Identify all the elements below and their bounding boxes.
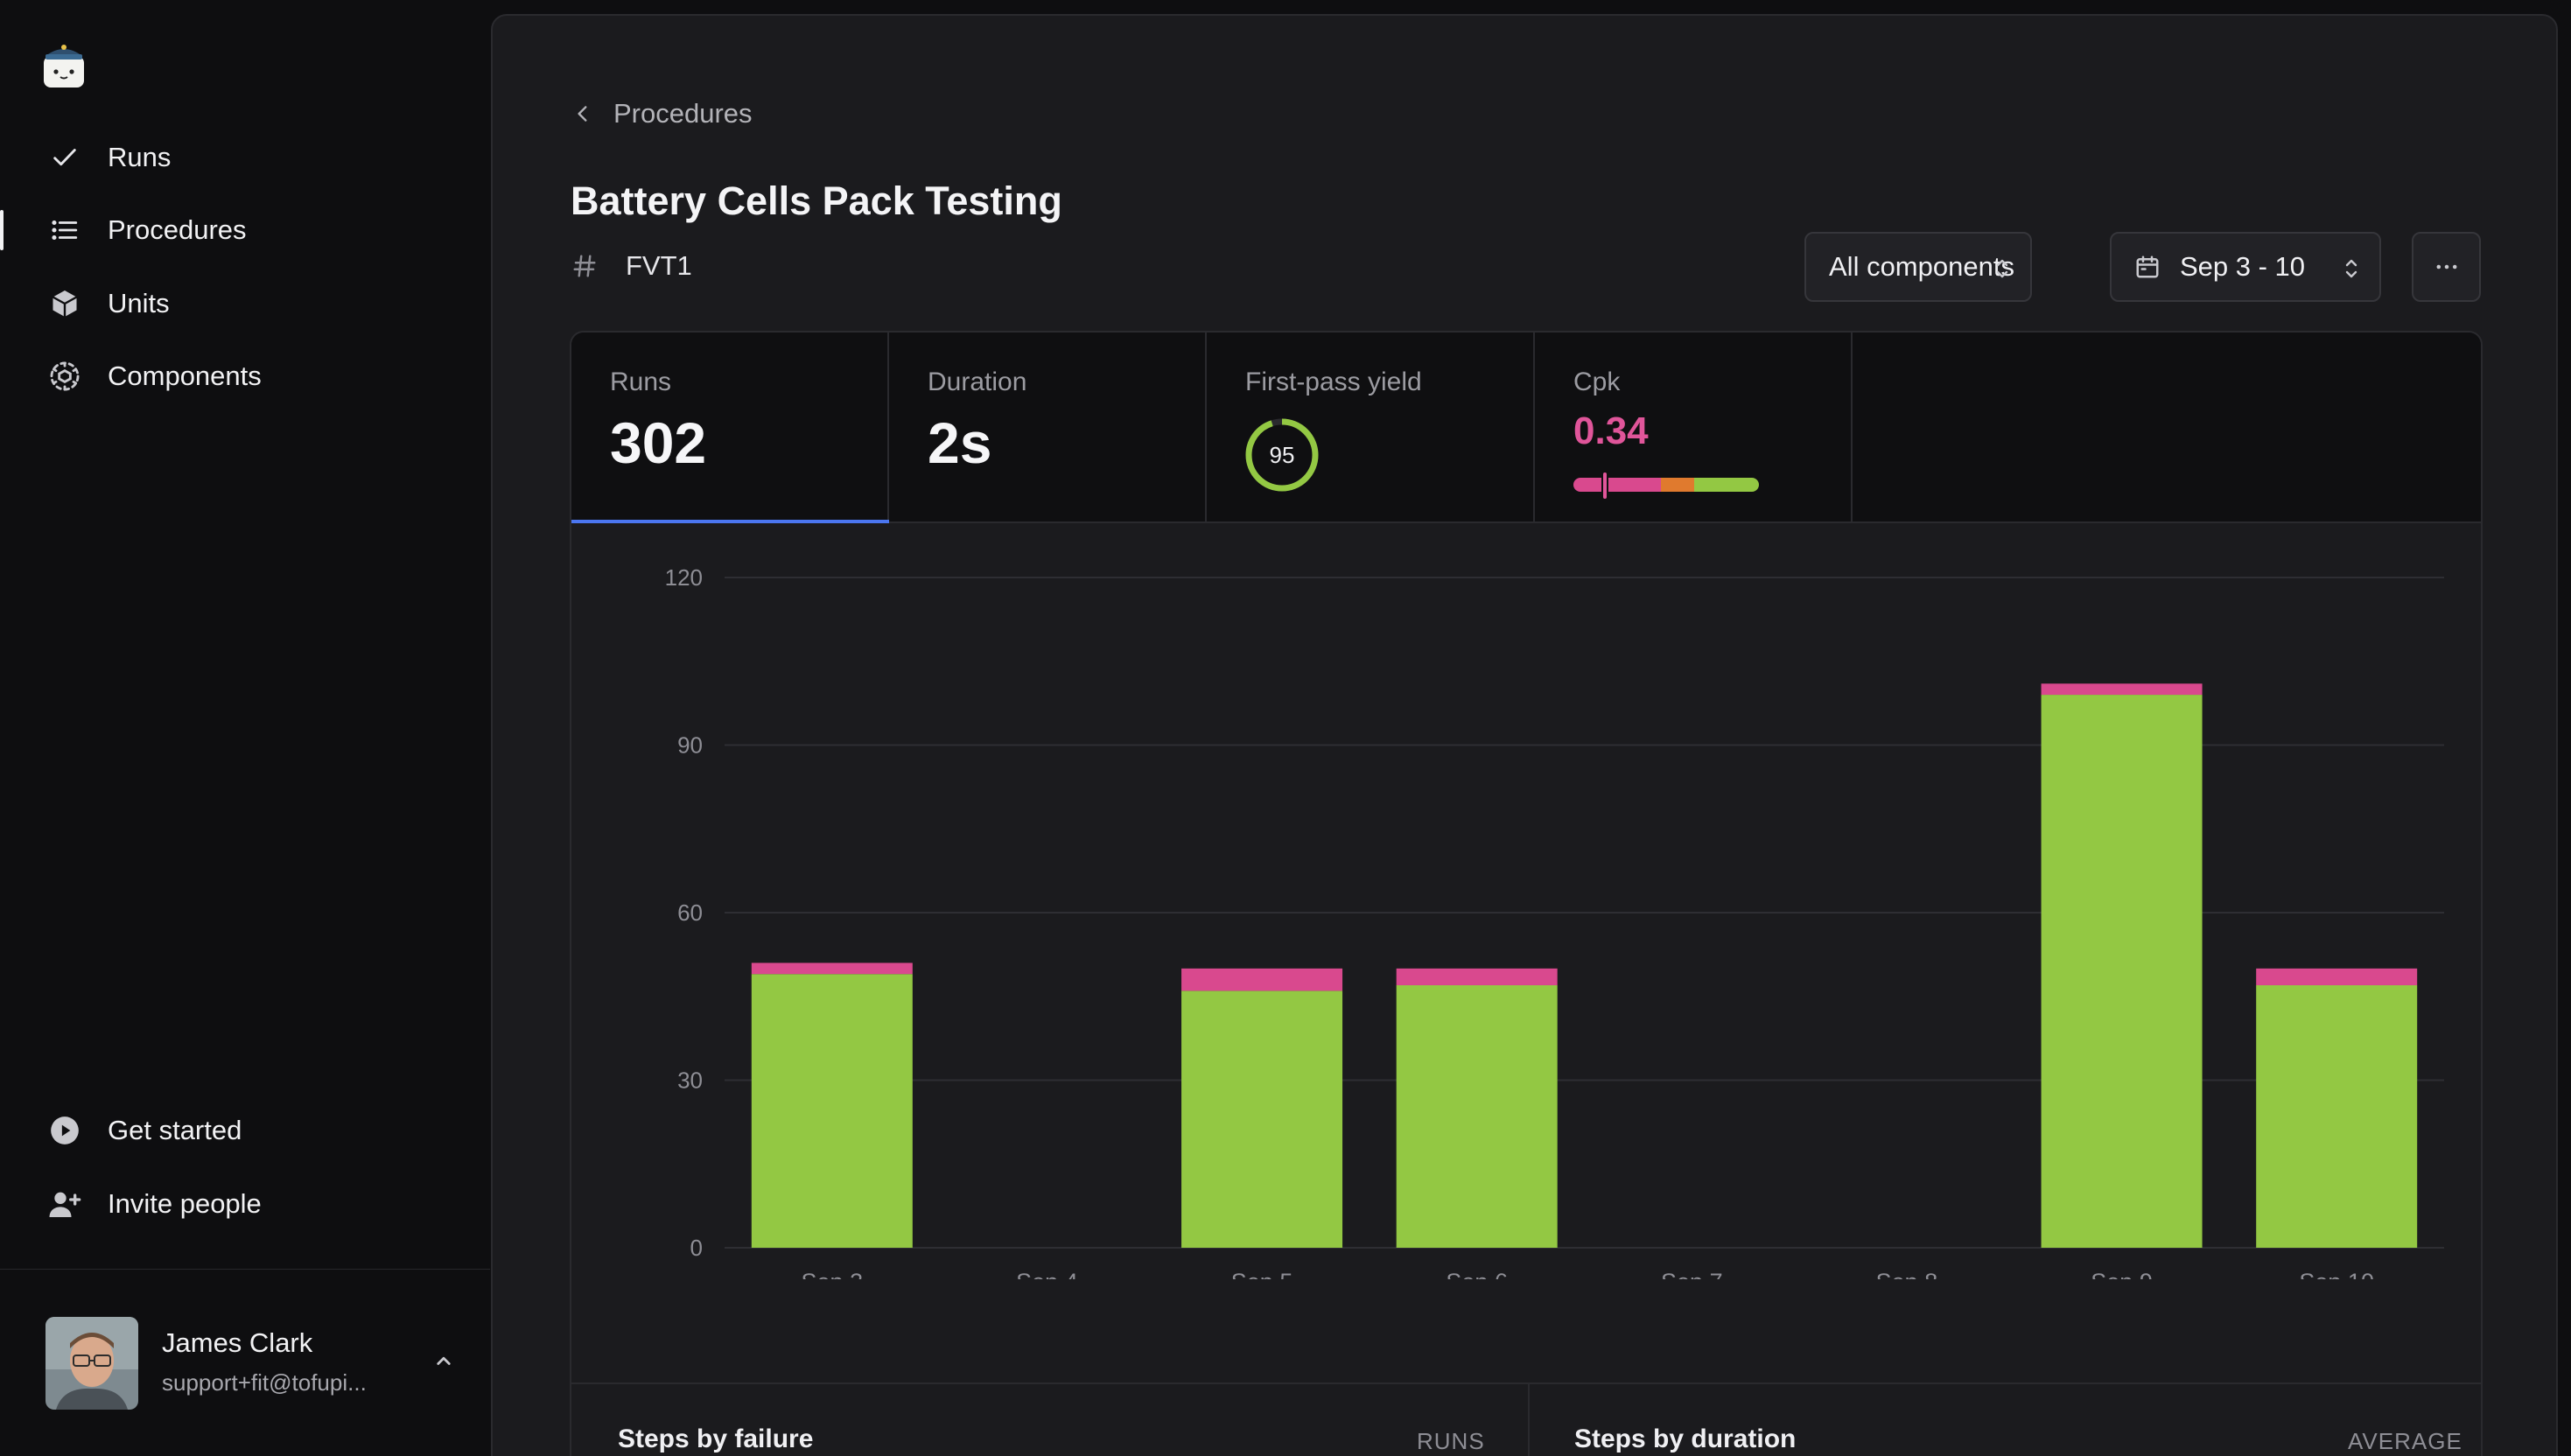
y-tick-label: 120	[665, 564, 703, 591]
user-plus-icon	[47, 1186, 82, 1222]
components-filter-select[interactable]: All components	[1804, 232, 2032, 302]
chevron-up-icon[interactable]	[431, 1348, 457, 1375]
stat-label: Cpk	[1573, 368, 1621, 396]
x-tick-label: Sep 4	[1016, 1269, 1078, 1279]
chevron-updown-icon	[2345, 259, 2357, 278]
stat-value: 302	[610, 410, 707, 475]
breadcrumb-label: Procedures	[613, 98, 753, 129]
sidebar-item-procedures[interactable]: Procedures	[0, 200, 490, 261]
sidebar-divider	[0, 1269, 490, 1270]
bar-segment	[751, 974, 913, 1248]
page-title: Battery Cells Pack Testing	[571, 178, 1062, 223]
steps-by-duration-title: Steps by duration	[1574, 1424, 1797, 1453]
calendar-icon	[2136, 256, 2159, 278]
tab-duration[interactable]: Duration 2s	[889, 332, 1207, 522]
procedure-code-label: FVT1	[626, 250, 692, 281]
yield-ring: 95	[1245, 418, 1319, 492]
sidebar-item-label: Procedures	[108, 214, 247, 245]
components-icon	[47, 359, 82, 394]
bar-segment	[2041, 695, 2203, 1248]
bar-segment	[2256, 984, 2418, 1248]
chevron-updown-icon	[1996, 259, 2008, 278]
section-divider	[571, 1382, 2481, 1384]
date-range-select[interactable]: Sep 3 - 10	[2110, 232, 2381, 302]
average-column-header: AVERAGE	[2348, 1428, 2462, 1454]
x-tick-label: Sep 8	[1876, 1269, 1938, 1279]
hash-icon	[573, 255, 596, 277]
sidebar-item-invite-people[interactable]: Invite people	[0, 1173, 490, 1235]
cube-icon	[47, 286, 82, 321]
runs-column-header: RUNS	[1417, 1428, 1485, 1454]
tab-first-pass-yield[interactable]: First-pass yield 95	[1207, 332, 1535, 522]
sidebar-item-components[interactable]: Components	[0, 346, 490, 407]
y-tick-label: 30	[677, 1068, 703, 1094]
bar-segment	[751, 962, 913, 975]
bar-segment	[1181, 990, 1343, 1248]
bar-segment	[2256, 968, 2418, 985]
yield-value: 95	[1270, 442, 1295, 468]
sidebar-item-label: Invite people	[108, 1188, 262, 1219]
tab-cpk[interactable]: Cpk 0.34	[1535, 332, 1853, 522]
x-tick-label: Sep 7	[1661, 1269, 1723, 1279]
x-tick-label: Sep 6	[1446, 1269, 1508, 1279]
check-icon	[47, 140, 82, 175]
section-divider-vertical	[1528, 1382, 1530, 1456]
procedure-code: FVT1	[571, 250, 692, 282]
play-circle-icon	[47, 1113, 82, 1148]
cpk-value: 0.34	[1573, 410, 1649, 452]
y-tick-label: 60	[677, 900, 703, 926]
chevron-left-icon	[578, 106, 587, 122]
stat-label: First-pass yield	[1245, 368, 1422, 396]
sidebar-item-label: Units	[108, 288, 170, 318]
y-tick-label: 90	[677, 732, 703, 759]
user-name: James Clark	[162, 1327, 313, 1358]
sidebar-item-label: Components	[108, 360, 262, 391]
tofupilot-logo-icon[interactable]	[40, 38, 88, 91]
runs-bar-chart: 0 30 60 90 120 Sep 3 Sep 4 Sep 5 Sep 6 Sep 7 Sep 8…	[665, 564, 2444, 1279]
user-menu[interactable]: James Clark support+fit@tofupi...	[46, 1317, 457, 1410]
bar-segment	[2041, 683, 2203, 696]
more-options-button[interactable]	[2412, 232, 2481, 302]
y-tick-label: 0	[690, 1235, 703, 1261]
sidebar-item-get-started[interactable]: Get started	[0, 1100, 490, 1161]
sidebar: Runs Procedures Units Components Get sta…	[0, 0, 490, 1456]
stat-label: Duration	[928, 368, 1027, 396]
x-tick-label: Sep 9	[2091, 1269, 2153, 1279]
user-email: support+fit@tofupi...	[162, 1369, 367, 1396]
avatar	[46, 1317, 138, 1410]
x-tick-label: Sep 5	[1231, 1269, 1293, 1279]
breadcrumb[interactable]: Procedures	[571, 98, 753, 130]
stats-card: Runs 302 Duration 2s First-pass yield 95…	[570, 331, 2483, 1456]
sidebar-item-units[interactable]: Units	[0, 273, 490, 334]
stats-row: Runs 302 Duration 2s First-pass yield 95…	[571, 332, 2481, 523]
bar-segment	[1181, 968, 1343, 991]
cpk-marker	[1601, 471, 1609, 500]
sidebar-item-runs[interactable]: Runs	[0, 127, 490, 188]
main-panel: Procedures Battery Cells Pack Testing FV…	[491, 14, 2558, 1456]
sidebar-item-label: Runs	[108, 142, 172, 172]
more-horizontal-icon	[2436, 264, 2456, 270]
stat-value: 2s	[928, 410, 992, 475]
stat-label: Runs	[610, 368, 672, 396]
list-icon	[47, 213, 82, 248]
date-range-label: Sep 3 - 10	[2180, 251, 2306, 282]
bar-segment	[1396, 984, 1558, 1248]
components-filter-label: All components	[1829, 251, 2014, 282]
tab-runs[interactable]: Runs 302	[571, 332, 889, 523]
x-tick-label: Sep 10	[2299, 1269, 2374, 1279]
steps-by-failure-title: Steps by failure	[618, 1424, 814, 1453]
sidebar-item-label: Get started	[108, 1115, 242, 1145]
x-tick-label: Sep 3	[802, 1269, 864, 1279]
bar-segment	[1396, 968, 1558, 985]
